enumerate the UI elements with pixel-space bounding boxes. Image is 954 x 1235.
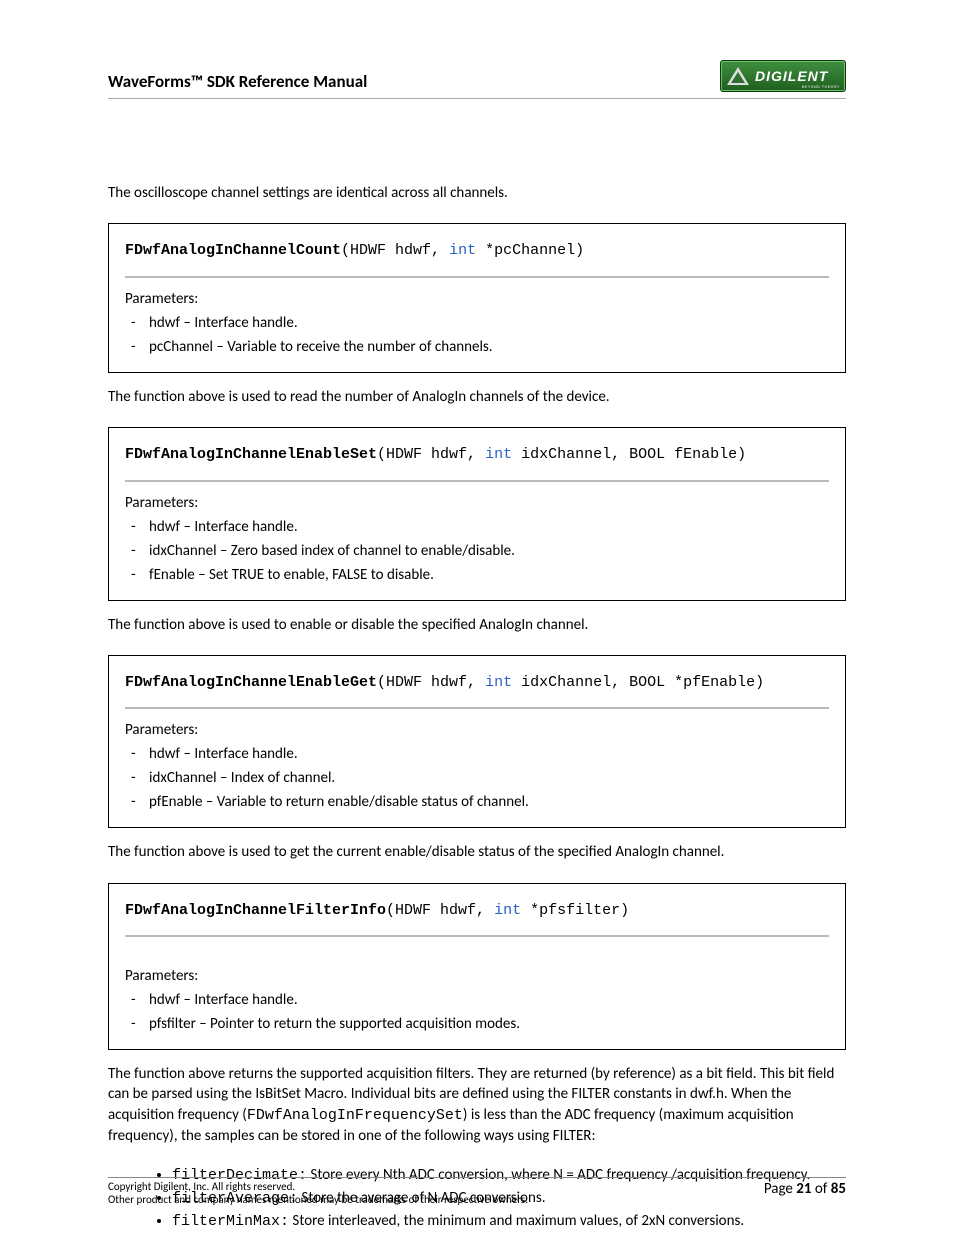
code-inline: FDwfAnalogInFrequencySet [247,1107,463,1124]
keyword-int: int [494,902,521,919]
logo-text: DIGILENT [755,69,828,83]
filter-description: The function above returns the supported… [108,1064,846,1146]
function-description: The function above is used to enable or … [108,615,846,635]
keyword-int: int [449,242,476,259]
function-name: FDwfAnalogInChannelFilterInfo [125,902,386,919]
page-header: WaveForms™ SDK Reference Manual DIGILENT… [108,60,846,99]
parameter-item: pfsfilter – Pointer to return the suppor… [149,1015,829,1033]
function-signature: FDwfAnalogInChannelEnableSet(HDWF hdwf, … [125,442,829,482]
function-box: FDwfAnalogInChannelCount(HDWF hdwf, int … [108,223,846,373]
logo-subtext: BEYOND THEORY [802,85,840,89]
parameters-label: Parameters: [125,494,829,512]
function-name: FDwfAnalogInChannelCount [125,242,341,259]
parameter-list: hdwf – Interface handle. idxChannel – Ze… [125,518,829,584]
parameter-item: hdwf – Interface handle. [149,991,829,1009]
function-box: FDwfAnalogInChannelEnableGet(HDWF hdwf, … [108,655,846,829]
page-footer: Copyright Digilent, Inc. All rights rese… [108,1177,846,1208]
parameter-item: pcChannel – Variable to receive the numb… [149,338,829,356]
function-box: FDwfAnalogInChannelFilterInfo(HDWF hdwf,… [108,883,846,1051]
parameter-item: idxChannel – Index of channel. [149,769,829,787]
function-signature: FDwfAnalogInChannelEnableGet(HDWF hdwf, … [125,670,829,710]
keyword-int: int [485,674,512,691]
function-name: FDwfAnalogInChannelEnableGet [125,674,377,691]
parameter-item: idxChannel – Zero based index of channel… [149,542,829,560]
header-title: WaveForms™ SDK Reference Manual [108,71,367,92]
parameter-item: hdwf – Interface handle. [149,518,829,536]
parameters-label: Parameters: [125,721,829,739]
function-signature: FDwfAnalogInChannelCount(HDWF hdwf, int … [125,238,829,278]
footer-copyright: Copyright Digilent, Inc. All rights rese… [108,1180,528,1208]
parameter-item: hdwf – Interface handle. [149,745,829,763]
function-name: FDwfAnalogInChannelEnableSet [125,446,377,463]
parameters-label: Parameters: [125,290,829,308]
parameter-list: hdwf – Interface handle. pfsfilter – Poi… [125,991,829,1033]
page-number: Page 21 of 85 [764,1180,846,1199]
function-description: The function above is used to read the n… [108,387,846,407]
intro-paragraph: The oscilloscope channel settings are id… [108,183,846,203]
parameters-label: Parameters: [125,967,829,985]
parameter-item: pfEnable – Variable to return enable/dis… [149,793,829,811]
keyword-int: int [485,446,512,463]
function-box: FDwfAnalogInChannelEnableSet(HDWF hdwf, … [108,427,846,601]
parameter-list: hdwf – Interface handle. idxChannel – In… [125,745,829,811]
parameter-list: hdwf – Interface handle. pcChannel – Var… [125,314,829,356]
digilent-logo: DIGILENT BEYOND THEORY [720,60,846,92]
parameter-item: hdwf – Interface handle. [149,314,829,332]
logo-triangle-icon [727,67,749,85]
filter-item: filterMinMax: Store interleaved, the min… [172,1212,846,1230]
parameter-item: fEnable – Set TRUE to enable, FALSE to d… [149,566,829,584]
function-description: The function above is used to get the cu… [108,842,846,862]
function-signature: FDwfAnalogInChannelFilterInfo(HDWF hdwf,… [125,898,829,938]
